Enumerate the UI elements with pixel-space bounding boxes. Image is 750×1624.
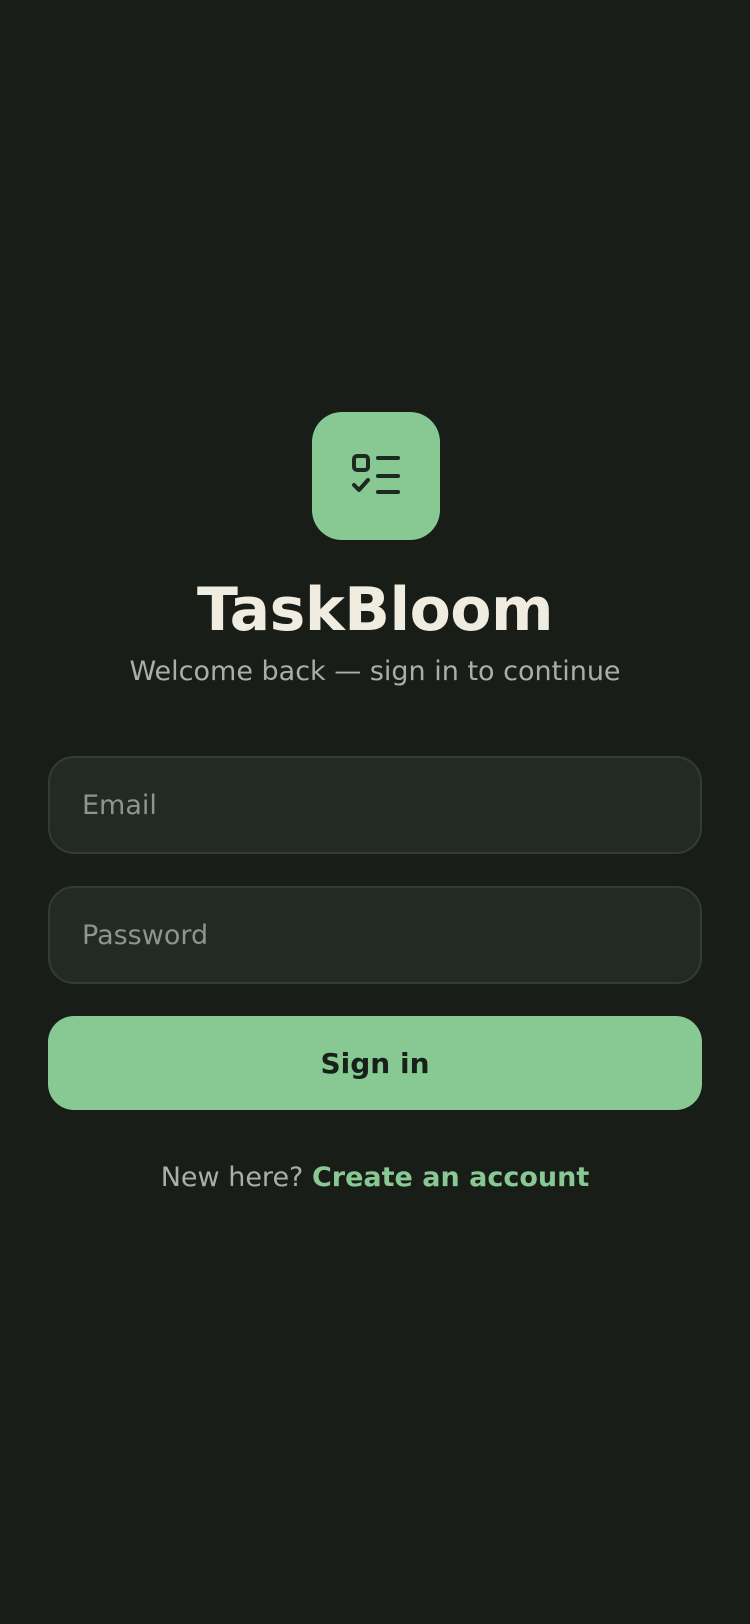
- sign-in-button[interactable]: Sign in: [48, 1016, 702, 1110]
- create-account-link[interactable]: Create an account: [312, 1162, 589, 1193]
- checklist-icon: [352, 454, 400, 494]
- email-field[interactable]: [48, 756, 702, 854]
- app-title: TaskBloom: [196, 575, 554, 645]
- app-logo: [312, 412, 440, 540]
- welcome-subtitle: Welcome back — sign in to continue: [129, 656, 621, 687]
- signup-prompt-text: New here?: [160, 1162, 304, 1193]
- signup-prompt: New here? Create an account: [0, 1158, 750, 1198]
- password-field[interactable]: [48, 886, 702, 984]
